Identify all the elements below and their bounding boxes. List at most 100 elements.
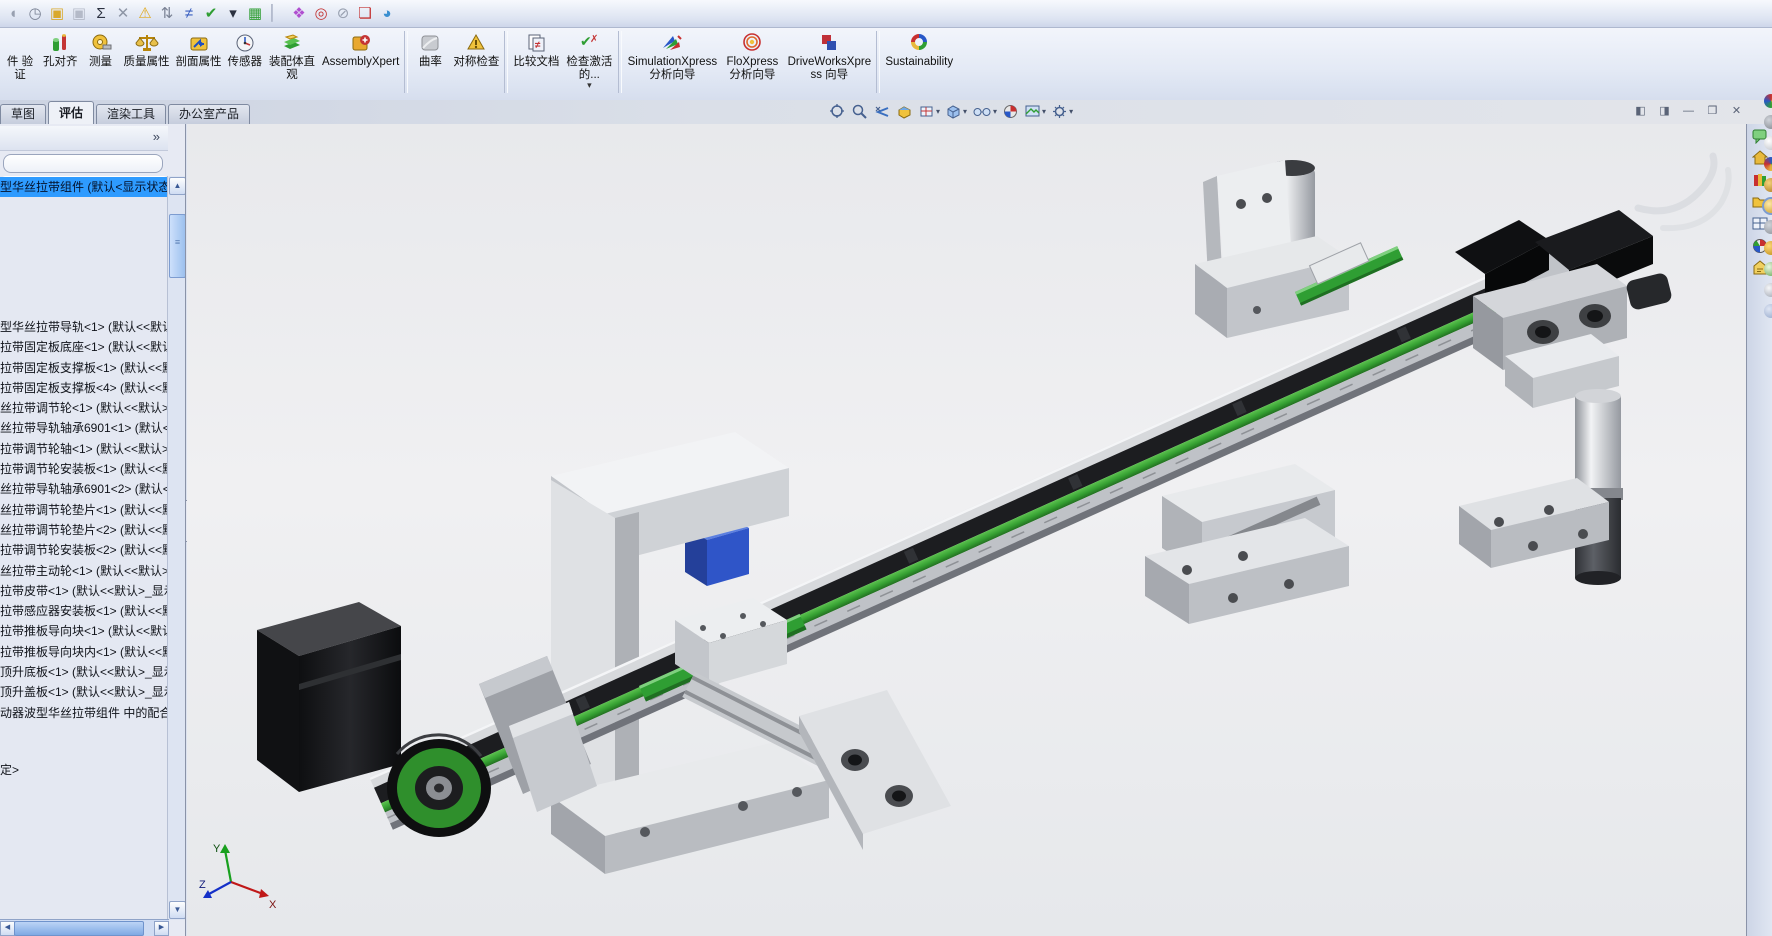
ribbon-button-sustainability[interactable]: Sustainability (882, 28, 956, 94)
feature-tree-item[interactable]: 拉带推板导向块<1> (默认<<默认 (0, 621, 169, 641)
feature-tree-item[interactable]: 丝拉带主动轮<1> (默认<<默认> (0, 561, 169, 581)
toolbar-icon[interactable]: ⊘ (333, 3, 354, 25)
copy-appearance-icon[interactable] (1764, 136, 1772, 150)
ribbon-button-assembly-visualization[interactable]: 装配体直观 (265, 28, 319, 94)
feature-tree-item[interactable]: 顶升盖板<1> (默认<<默认>_显示 (0, 682, 169, 702)
scroll-left-button[interactable]: ◀ (0, 921, 15, 936)
dropdown-caret-icon[interactable]: ▾ (993, 107, 997, 116)
ribbon-button-simulationxpress[interactable]: SimulationXpress 分析向导 (624, 28, 720, 94)
toolbar-icon[interactable]: ▏ (267, 3, 288, 25)
drive-pulley[interactable] (387, 735, 491, 837)
zoom-to-area-icon[interactable] (850, 102, 869, 121)
tree-horizontal-scrollbar[interactable]: ◀ ▶ (0, 919, 169, 936)
ribbon-button-curvature[interactable]: 曲率 (410, 28, 450, 94)
feature-tree-item[interactable]: 动器波型华丝拉带组件 中的配合 (0, 703, 169, 723)
dropdown-caret-icon[interactable]: ▾ (1042, 107, 1046, 116)
toolbar-icon[interactable]: ◎ (311, 3, 332, 25)
feature-tree-item[interactable]: 丝拉带调节轮垫片<1> (默认<<默 (0, 500, 169, 520)
toolbar-icon[interactable]: ◷ (25, 3, 46, 25)
honey-jar-icon[interactable] (1764, 178, 1772, 192)
beach-ball-icon[interactable] (1764, 157, 1772, 171)
ribbon-button-symmetry-check[interactable]: 对称检查 (450, 28, 502, 94)
scroll-up-button[interactable]: ▲ (169, 177, 186, 195)
dropdown-caret-icon[interactable]: ▾ (963, 107, 967, 116)
scroll-down-button[interactable]: ▼ (169, 901, 186, 919)
ribbon-button-clipped[interactable]: 件 验 证 (0, 28, 40, 94)
ribbon-button-check-active[interactable]: ✔✗ 检查激活的... ▾ (562, 28, 616, 94)
ribbon-button-hole-alignment[interactable]: 孔对齐 (40, 28, 81, 94)
section-view-icon[interactable] (895, 102, 914, 121)
vertical-scroll-thumb[interactable] (169, 214, 186, 278)
graphics-viewport[interactable]: Y X Z (187, 124, 1746, 936)
tree-vertical-scrollbar[interactable]: ▲ ▼ (167, 176, 185, 920)
dropdown-caret-icon[interactable]: ▾ (1069, 107, 1073, 116)
view-orientation-icon[interactable]: ▾ (917, 102, 941, 121)
zoom-to-fit-icon[interactable] (828, 102, 847, 121)
window-control-button[interactable]: ◧ (1633, 104, 1648, 119)
feature-tree-item[interactable]: 型华丝拉带导轨<1> (默认<<默认 (0, 317, 169, 337)
dropdown-caret-icon[interactable]: ▾ (936, 107, 940, 116)
feature-tree-item[interactable]: 拉带固定板支撑板<1> (默认<<默 (0, 358, 169, 378)
feature-tree-item[interactable]: 拉带固定板支撑板<4> (默认<<默 (0, 378, 169, 398)
feature-tree-root-item[interactable]: 型华丝拉带组件 (默认<显示状态 (0, 177, 169, 197)
ribbon-button-driveworksxpress[interactable]: DriveWorksXpress 向导 (784, 28, 874, 94)
ribbon-button-floxpress[interactable]: FloXpress 分析向导 (720, 28, 784, 94)
toolbar-icon[interactable]: ▾ (223, 3, 244, 25)
feature-tree-item[interactable]: 丝拉带调节轮垫片<2> (默认<<默 (0, 520, 169, 540)
ribbon-button-section-properties[interactable]: 剖面属性 (173, 28, 225, 94)
panel-overflow-chevron[interactable]: » (153, 129, 160, 144)
checked-sphere-icon[interactable] (1764, 262, 1772, 276)
ribbon-button-sensor[interactable]: 传感器 (225, 28, 266, 94)
window-control-button[interactable]: ✕ (1729, 104, 1744, 119)
toolbar-icon[interactable]: ⇅ (157, 3, 178, 25)
view-settings-icon[interactable]: ▾ (1050, 102, 1074, 121)
feature-tree-item[interactable]: 拉带固定板底座<1> (默认<<默认 (0, 337, 169, 357)
ribbon-button-measure[interactable]: 测量 (81, 28, 121, 94)
toolbar-icon[interactable]: ▦ (245, 3, 266, 25)
toolbar-icon[interactable]: ⚠ (135, 3, 156, 25)
window-control-button[interactable]: — (1681, 104, 1696, 119)
toolbar-icon[interactable]: ▣ (47, 3, 68, 25)
ribbon-button-mass-properties[interactable]: 质量属性 (121, 28, 173, 94)
toolbar-icon[interactable]: Σ (91, 3, 112, 25)
gold-sphere-icon[interactable] (1764, 241, 1772, 255)
stepper-motor[interactable] (257, 602, 401, 792)
copy-icon[interactable] (1764, 304, 1772, 318)
feature-tree-item[interactable]: 丝拉带调节轮<1> (默认<<默认> (0, 398, 169, 418)
window-control-button[interactable]: ❐ (1705, 104, 1720, 119)
tower-bracket[interactable] (1195, 160, 1349, 338)
tab-render-tools[interactable]: 渲染工具 (96, 104, 166, 124)
cylinder-actuator[interactable] (1459, 334, 1623, 585)
tab-sketch[interactable]: 草图 (0, 104, 46, 124)
toolbar-icon[interactable]: ❏ (355, 3, 376, 25)
ribbon-button-compare-documents[interactable]: ≠ 比较文档 (510, 28, 562, 94)
toolbar-icon[interactable]: ◕ (377, 3, 398, 25)
selected-appearance-icon[interactable] (1764, 199, 1772, 213)
horizontal-scroll-thumb[interactable] (14, 921, 144, 936)
toolbar-icon[interactable]: ▣ (69, 3, 90, 25)
feature-tree-item[interactable]: 丝拉带导轨轴承6901<1> (默认< (0, 418, 169, 438)
ribbon-button-assemblyxpert[interactable]: AssemblyXpert (319, 28, 402, 94)
toolbar-icon[interactable]: ≠ (179, 3, 200, 25)
edit-appearance-icon[interactable] (1001, 102, 1020, 121)
tree-filter-box[interactable] (3, 154, 163, 173)
feature-tree-item[interactable]: 拉带调节轮安装板<2> (默认<<默 (0, 540, 169, 560)
tab-evaluate[interactable]: 评估 (48, 101, 94, 124)
beach-ball-icon[interactable] (1764, 94, 1772, 108)
toolbar-icon[interactable]: ❖ (289, 3, 310, 25)
clock-sphere-icon[interactable] (1764, 283, 1772, 297)
previous-view-icon[interactable] (872, 102, 892, 121)
feature-tree-item[interactable]: 拉带推板导向块内<1> (默认<<默 (0, 642, 169, 662)
metal-sphere-icon[interactable] (1764, 115, 1772, 129)
feature-tree-item[interactable]: 拉带感应器安装板<1> (默认<<默 (0, 601, 169, 621)
hide-show-items-icon[interactable]: ▾ (971, 102, 998, 121)
feature-tree-fixed-item[interactable]: 定> (0, 760, 19, 780)
feature-tree-item[interactable]: 顶升底板<1> (默认<<默认>_显示 (0, 662, 169, 682)
scroll-right-button[interactable]: ▶ (154, 921, 169, 936)
toolbar-icon[interactable]: ✔ (201, 3, 222, 25)
feature-tree-item[interactable]: 拉带调节轮轴<1> (默认<<默认> (0, 439, 169, 459)
toolbar-icon[interactable]: ✕ (113, 3, 134, 25)
feature-tree-item[interactable]: 拉带调节轮安装板<1> (默认<<默 (0, 459, 169, 479)
tab-office-products[interactable]: 办公室产品 (168, 104, 250, 124)
dropdown-caret-icon[interactable]: ▾ (587, 81, 592, 89)
